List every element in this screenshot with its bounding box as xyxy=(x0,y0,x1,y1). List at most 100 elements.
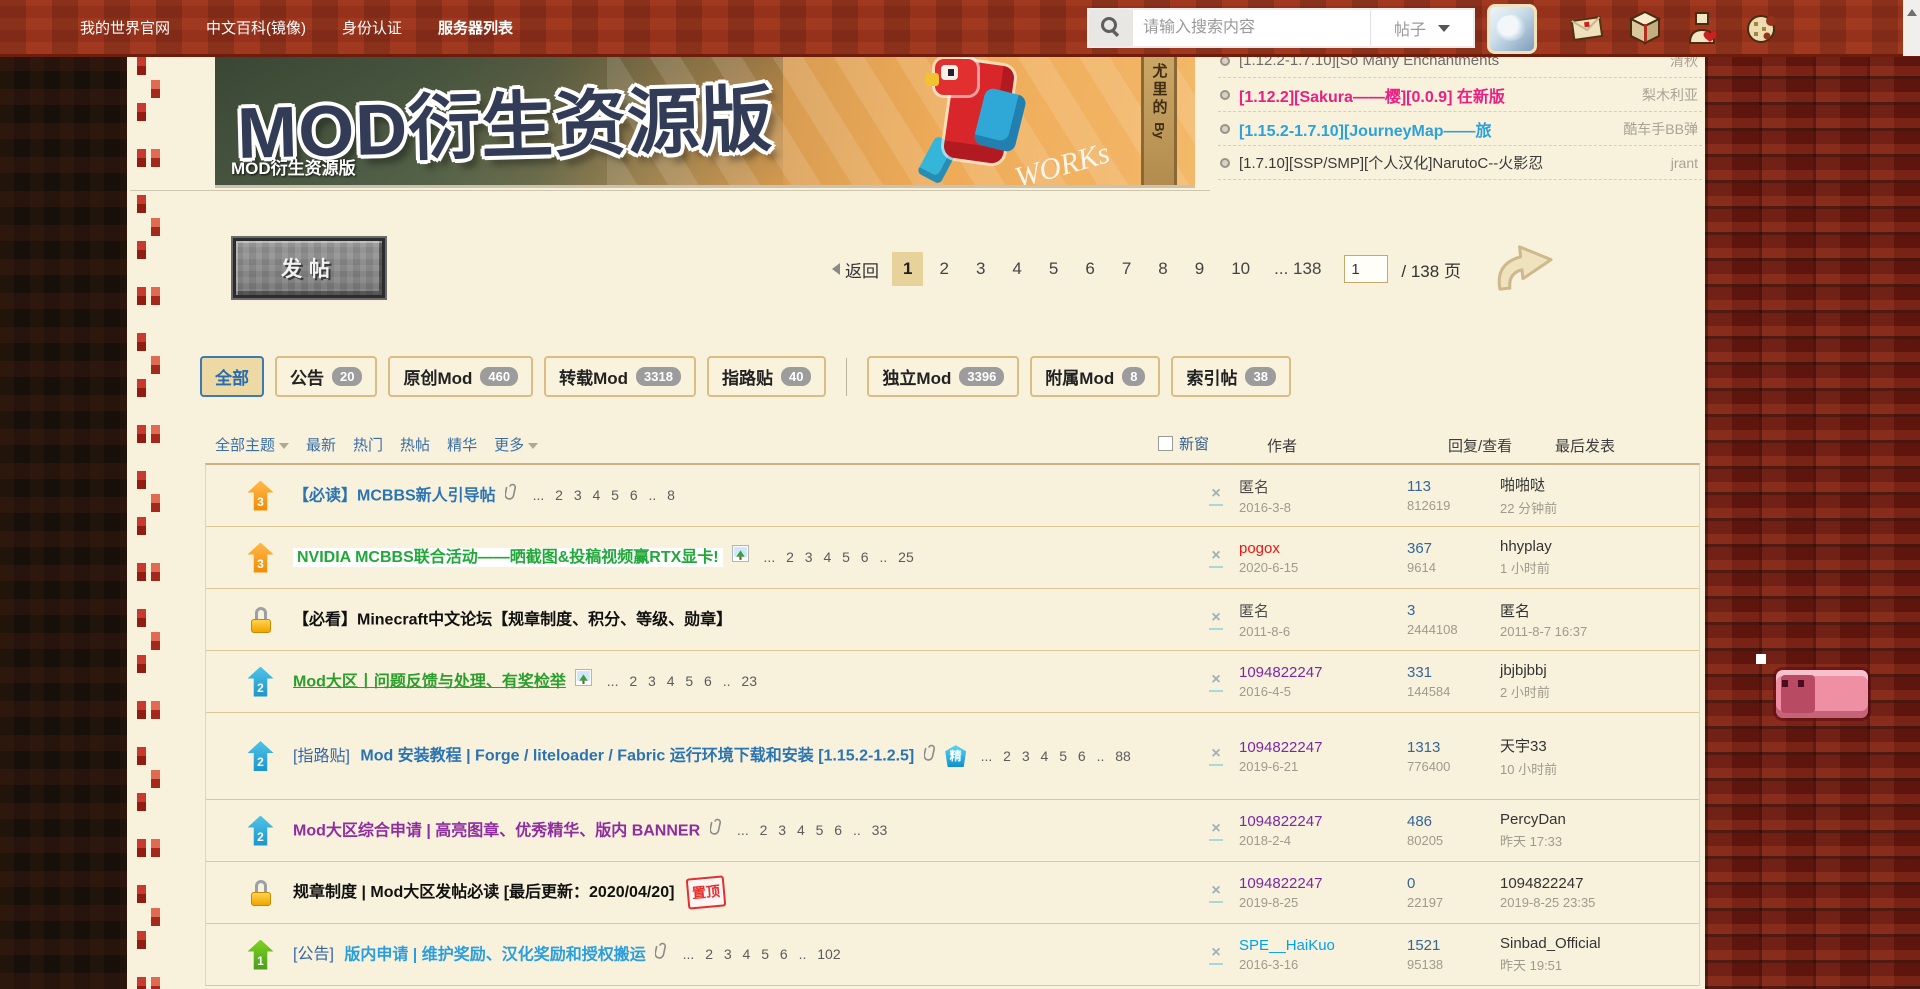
thread-prefix-link[interactable]: [公告] xyxy=(293,946,334,963)
close-sticky-icon[interactable]: × xyxy=(1209,671,1223,692)
last-post-user[interactable]: 啪啪哒 xyxy=(1500,474,1699,495)
sidebar-thread-link[interactable]: [1.12.2][Sakura——樱][0.0.9] 在新版 xyxy=(1239,83,1505,107)
thread-page-links[interactable]: ... 2 3 4 5 6 .. 102 xyxy=(683,946,841,962)
thread-title-link[interactable]: 版内申请 | 维护奖励、汉化奖励和授权搬运 xyxy=(344,946,645,963)
mail-icon[interactable] xyxy=(1566,8,1608,48)
sort-link[interactable]: 更多 xyxy=(494,434,539,455)
thread-author[interactable]: 1094822247 xyxy=(1239,739,1407,756)
reply-count[interactable]: 367 xyxy=(1407,540,1500,557)
new-window-option[interactable]: 新窗 xyxy=(1158,433,1209,454)
thread-author[interactable]: 1094822247 xyxy=(1239,664,1407,681)
page-ellipsis-last[interactable]: ... 138 xyxy=(1270,252,1325,286)
page-number[interactable]: 8 xyxy=(1147,252,1178,286)
scrollbar[interactable] xyxy=(1903,0,1920,56)
last-post-time[interactable]: 2 小时前 xyxy=(1500,682,1699,701)
gift-icon[interactable] xyxy=(1624,8,1666,48)
thread-title-link[interactable]: 【必读】MCBBS新人引导帖 xyxy=(293,487,496,504)
close-sticky-icon[interactable]: × xyxy=(1209,485,1223,506)
scope-dropdown[interactable]: 全部主题 xyxy=(215,434,290,455)
thread-title-link[interactable]: Mod大区丨问题反馈与处理、有奖检举 xyxy=(293,673,566,690)
thread-page-links[interactable]: ... 2 3 4 5 6 .. 8 xyxy=(533,487,675,503)
filter-tab[interactable]: 公告 20 xyxy=(275,356,378,397)
sidebar-thread-link[interactable]: [1.15.2-1.7.10][JourneyMap——旅 xyxy=(1239,117,1492,141)
sidebar-thread-author[interactable]: 清秋 xyxy=(1670,57,1698,71)
navbar-link[interactable]: 身份认证 xyxy=(342,17,402,38)
next-page-arrow-icon[interactable] xyxy=(1489,238,1568,300)
sort-link[interactable]: 精华 xyxy=(447,434,477,455)
new-post-button[interactable]: 发帖 xyxy=(233,238,385,298)
thread-author[interactable]: 1094822247 xyxy=(1239,875,1407,892)
sort-link[interactable]: 热门 xyxy=(353,434,383,455)
search-icon[interactable] xyxy=(1089,10,1133,46)
last-post-time[interactable]: 10 小时前 xyxy=(1500,759,1699,778)
last-post-user[interactable]: 天宇33 xyxy=(1500,735,1699,756)
thread-title-link[interactable]: 规章制度 | Mod大区发帖必读 [最后更新：2020/04/20] xyxy=(293,884,674,901)
filter-tab[interactable]: 原创Mod 460 xyxy=(388,356,534,397)
filter-tab[interactable]: 指路贴 40 xyxy=(706,356,827,397)
thread-title-link[interactable]: Mod 安装教程 | Forge / liteloader / Fabric 运… xyxy=(360,748,914,765)
page-number[interactable]: 2 xyxy=(928,252,959,286)
filter-tab[interactable]: 全部 xyxy=(200,356,264,397)
last-post-time[interactable]: 昨天 17:33 xyxy=(1500,831,1699,850)
user-avatar[interactable] xyxy=(1487,4,1537,54)
thread-page-links[interactable]: ... 2 3 4 5 6 .. 33 xyxy=(737,822,887,838)
thread-author[interactable]: pogox xyxy=(1239,540,1407,557)
forum-banner[interactable]: 尤里的 By MOD衍生资源版 WORKs MOD衍生资源版 xyxy=(215,57,1195,185)
thread-title-link[interactable]: NVIDIA MCBBS联合活动——晒截图&投稿视频赢RTX显卡! xyxy=(293,548,723,568)
filter-tab[interactable]: 独立Mod 3396 xyxy=(867,356,1020,397)
page-number[interactable]: 10 xyxy=(1220,252,1261,286)
scroll-up-icon[interactable] xyxy=(1906,9,1917,16)
page-number[interactable]: 3 xyxy=(965,252,996,286)
page-number[interactable]: 7 xyxy=(1111,252,1142,286)
last-post-user[interactable]: 匿名 xyxy=(1500,600,1699,621)
navbar-link[interactable]: 中文百科(镜像) xyxy=(206,17,306,38)
reply-count[interactable]: 3 xyxy=(1407,602,1500,619)
filter-tab[interactable]: 附属Mod 8 xyxy=(1030,356,1161,397)
thread-author[interactable]: 匿名 xyxy=(1239,600,1407,621)
last-post-time[interactable]: 1 小时前 xyxy=(1500,558,1699,577)
reply-count[interactable]: 0 xyxy=(1407,875,1500,892)
cookie-icon[interactable] xyxy=(1740,8,1782,48)
close-sticky-icon[interactable]: × xyxy=(1209,547,1223,568)
navbar-link[interactable]: 我的世界官网 xyxy=(80,17,170,38)
reply-count[interactable]: 1521 xyxy=(1407,937,1500,954)
page-number[interactable]: 6 xyxy=(1074,252,1105,286)
thread-title-link[interactable]: Mod大区综合申请 | 高亮图章、优秀精华、版内 BANNER xyxy=(293,822,700,839)
reply-count[interactable]: 113 xyxy=(1407,478,1500,495)
last-post-user[interactable]: PercyDan xyxy=(1500,811,1699,828)
thread-page-links[interactable]: ... 2 3 4 5 6 .. 25 xyxy=(764,549,914,565)
thread-title-link[interactable]: 【必看】Minecraft中文论坛【规章制度、积分、等级、勋章】 xyxy=(293,611,732,628)
sort-link[interactable]: 最新 xyxy=(306,434,336,455)
page-number[interactable]: 9 xyxy=(1184,252,1215,286)
friend-icon[interactable] xyxy=(1682,8,1724,48)
search-input[interactable] xyxy=(1133,10,1370,46)
last-post-user[interactable]: Sinbad_Official xyxy=(1500,935,1699,952)
last-post-user[interactable]: hhyplay xyxy=(1500,538,1699,555)
thread-author[interactable]: 1094822247 xyxy=(1239,813,1407,830)
reply-count[interactable]: 486 xyxy=(1407,813,1500,830)
sidebar-thread-author[interactable]: jrant xyxy=(1671,155,1698,171)
page-jump-input[interactable] xyxy=(1344,255,1389,283)
sidebar-thread-author[interactable]: 梨木利亚 xyxy=(1642,85,1698,105)
search-category-dropdown[interactable]: 帖子 xyxy=(1370,10,1473,46)
back-button[interactable]: 返回 xyxy=(832,257,879,282)
thread-page-links[interactable]: ... 2 3 4 5 6 .. 88 xyxy=(981,748,1131,764)
last-post-time[interactable]: 2011-8-7 16:37 xyxy=(1500,624,1699,639)
sidebar-thread-link[interactable]: [1.7.10][SSP/SMP][个人汉化]NarutoC--火影忍 xyxy=(1239,152,1543,173)
filter-tab[interactable]: 索引帖 38 xyxy=(1171,356,1291,397)
sidebar-thread-link[interactable]: [1.12.2-1.7.10][So Many Enchantments xyxy=(1239,57,1499,69)
close-sticky-icon[interactable]: × xyxy=(1209,882,1223,903)
reply-count[interactable]: 1313 xyxy=(1407,739,1500,756)
page-number[interactable]: 1 xyxy=(892,252,924,286)
last-post-time[interactable]: 22 分钟前 xyxy=(1500,498,1699,517)
new-window-checkbox[interactable] xyxy=(1158,436,1173,451)
page-number[interactable]: 5 xyxy=(1038,252,1069,286)
last-post-time[interactable]: 2019-8-25 23:35 xyxy=(1500,895,1699,910)
reply-count[interactable]: 331 xyxy=(1407,664,1500,681)
thread-author[interactable]: 匿名 xyxy=(1239,476,1407,497)
thread-page-links[interactable]: ... 2 3 4 5 6 .. 23 xyxy=(607,673,757,689)
close-sticky-icon[interactable]: × xyxy=(1209,944,1223,965)
close-sticky-icon[interactable]: × xyxy=(1209,609,1223,630)
filter-tab[interactable]: 转载Mod 3318 xyxy=(544,356,696,397)
close-sticky-icon[interactable]: × xyxy=(1209,746,1223,766)
